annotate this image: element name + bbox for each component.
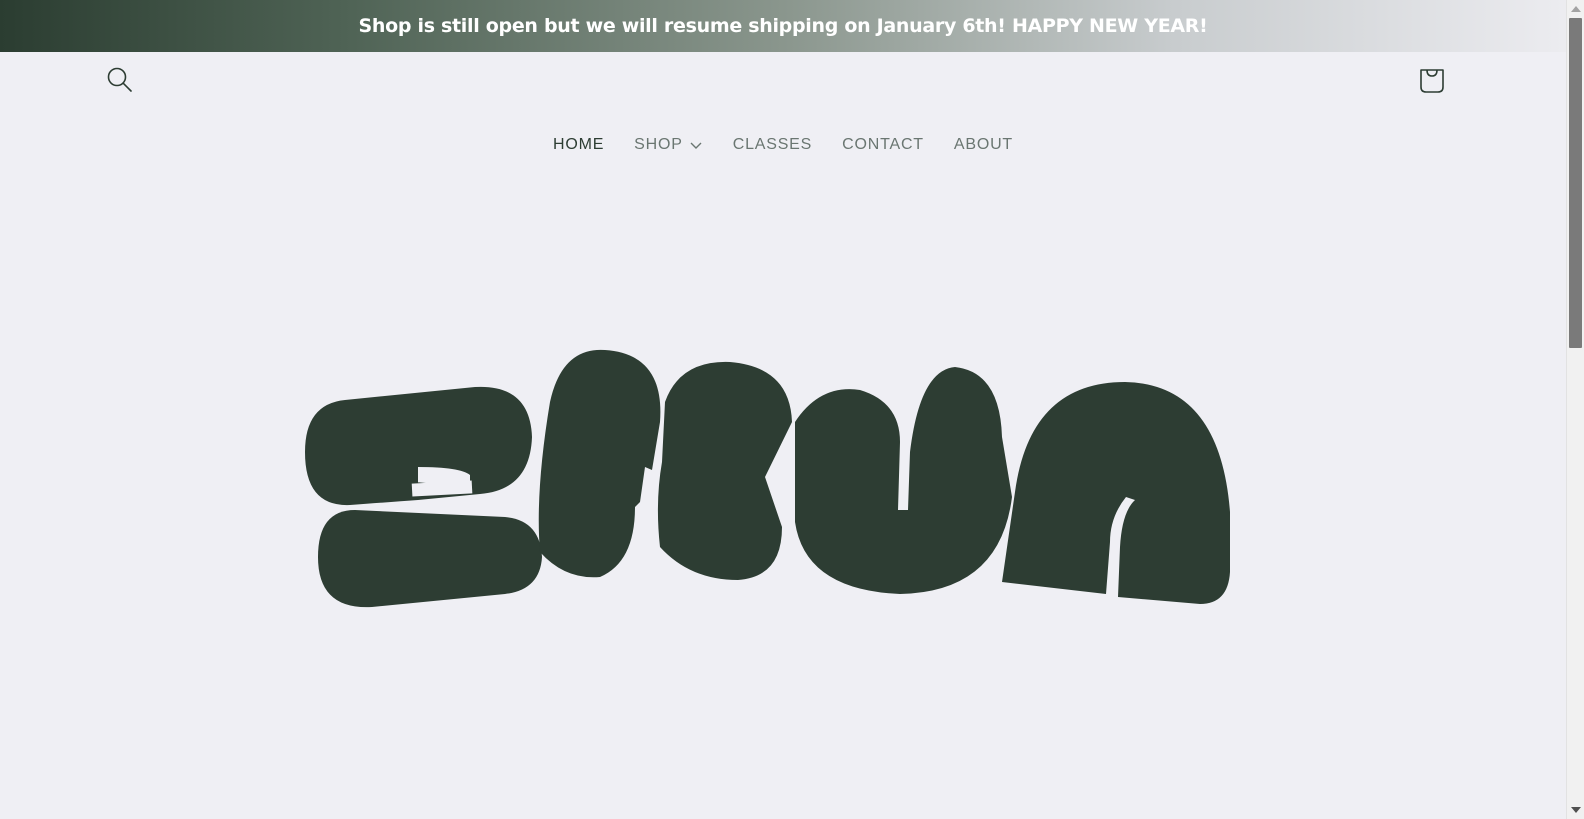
nav-item-label: SHOP <box>634 136 683 153</box>
announcement-text: Shop is still open but we will resume sh… <box>358 15 1208 37</box>
nav-item-contact[interactable]: CONTACT <box>827 132 939 158</box>
ekua-logo[interactable] <box>300 342 1240 612</box>
scroll-thumb[interactable] <box>1569 18 1582 348</box>
cart-bag-icon <box>1420 69 1444 93</box>
page: Shop is still open but we will resume sh… <box>0 0 1584 819</box>
search-button[interactable] <box>104 64 136 96</box>
cart-button[interactable] <box>1416 64 1448 96</box>
scroll-down-icon[interactable] <box>1571 807 1581 813</box>
nav-item-home[interactable]: HOME <box>538 132 619 158</box>
nav-item-label: ABOUT <box>953 136 1014 153</box>
nav-item-label: CONTACT <box>842 136 924 153</box>
page-scrollbar[interactable] <box>1566 0 1584 819</box>
chevron-down-icon <box>690 142 702 149</box>
nav-item-label: CLASSES <box>732 136 813 153</box>
announcement-bar: Shop is still open but we will resume sh… <box>0 0 1566 52</box>
search-icon <box>107 67 132 92</box>
nav-item-shop[interactable]: SHOP <box>619 132 718 158</box>
site-header: HOME SHOP CLASSES CONTACT ABOUT <box>0 52 1566 182</box>
hero-section <box>0 182 1566 800</box>
scroll-up-icon[interactable] <box>1571 6 1581 12</box>
nav-item-about[interactable]: ABOUT <box>939 132 1028 158</box>
nav-item-classes[interactable]: CLASSES <box>718 132 827 158</box>
main-nav: HOME SHOP CLASSES CONTACT ABOUT <box>0 132 1566 158</box>
nav-item-label: HOME <box>552 136 605 153</box>
